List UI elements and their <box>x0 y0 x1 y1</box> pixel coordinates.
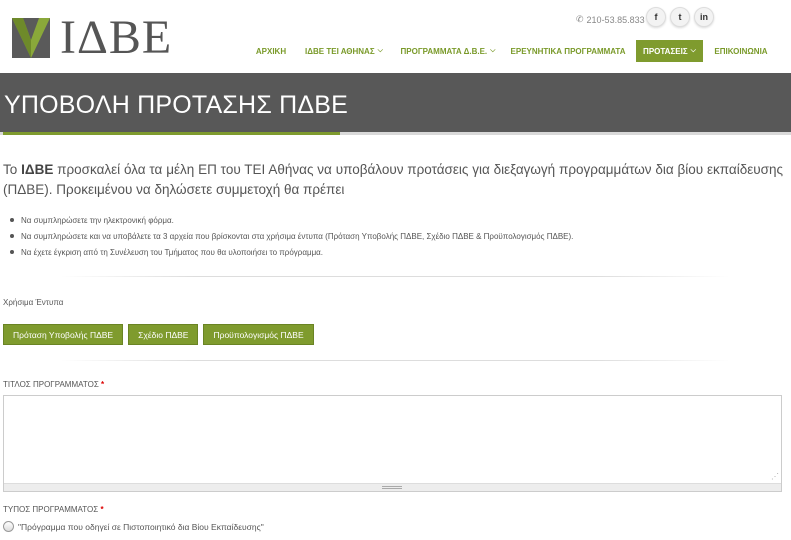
required-mark: * <box>101 380 105 389</box>
nav-item-home[interactable]: ΑΡΧΙΚΗ <box>249 40 293 62</box>
page-title: ΥΠΟΒΟΛΗ ΠΡΟΤΑΣΗΣ ΠΔΒΕ <box>4 91 349 119</box>
linkedin-icon[interactable]: in <box>694 7 714 27</box>
intro-prefix: Το <box>3 162 22 177</box>
chevron-down-icon: ⌵ <box>690 47 696 54</box>
title-accent-line <box>3 132 340 135</box>
list-item: Να έχετε έγκριση από τη Συνέλευση του Τμ… <box>10 244 573 260</box>
useful-forms-label: Χρήσιμα Έντυπα <box>3 298 64 307</box>
program-title-label: ΤΙΤΛΟΣ ΠΡΟΓΡΑΜΜΑΤΟΣ * <box>3 380 104 389</box>
nav-item-idve[interactable]: ΙΔΒΕ ΤΕΙ ΑΘΗΝΑΣ ⌵ <box>300 40 388 62</box>
nav-label: ΕΡΕΥΝΗΤΙΚΑ ΠΡΟΓΡΑΜΜΑΤΑ <box>510 46 626 56</box>
phone-text: 210-53.85.833 <box>586 14 645 25</box>
nav-label: ΙΔΒΕ ΤΕΙ ΑΘΗΝΑΣ <box>305 46 375 56</box>
nav-label: ΠΡΟΤΑΣΕΙΣ <box>643 46 688 56</box>
program-title-label-text: ΤΙΤΛΟΣ ΠΡΟΓΡΑΜΜΑΤΟΣ <box>3 380 99 389</box>
main-nav: ΑΡΧΙΚΗ ΙΔΒΕ ΤΕΙ ΑΘΗΝΑΣ ⌵ ΠΡΟΓΡΑΜΜΑΤΑ Δ.Β.… <box>0 40 791 62</box>
facebook-icon[interactable]: f <box>646 7 666 27</box>
nav-label: ΑΡΧΙΚΗ <box>255 46 287 56</box>
forms-buttons: Πρόταση Υποβολής ΠΔΒΕ Σχέδιο ΠΔΒΕ Προϋπο… <box>3 324 314 345</box>
intro-paragraph: Το ΙΔΒΕ προσκαλεί όλα τα μέλη ΕΠ του ΤΕΙ… <box>3 160 783 200</box>
nav-item-proposals[interactable]: ΠΡΟΤΑΣΕΙΣ ⌵ <box>636 40 703 62</box>
social-links: f t in <box>646 7 714 27</box>
nav-item-programs[interactable]: ΠΡΟΓΡΑΜΜΑΤΑ Δ.Β.Ε. ⌵ <box>396 40 500 62</box>
program-type-label: ΤΥΠΟΣ ΠΡΟΓΡΑΜΜΑΤΟΣ * <box>3 505 104 514</box>
proposal-form-button[interactable]: Πρόταση Υποβολής ΠΔΒΕ <box>3 324 124 345</box>
textarea-scrollbar[interactable] <box>4 483 781 491</box>
budget-form-button[interactable]: Προϋπολογισμός ΠΔΒΕ <box>203 324 314 345</box>
required-mark: * <box>100 505 104 514</box>
divider <box>60 276 730 277</box>
nav-label: ΕΠΙΚΟΙΝΩΝΙΑ <box>714 46 768 56</box>
list-item: Να συμπληρώσετε και να υποβάλετε τα 3 αρ… <box>10 228 573 244</box>
intro-text: προσκαλεί όλα τα μέλη ΕΠ του ΤΕΙ Αθήνας … <box>3 162 783 197</box>
nav-item-research[interactable]: ΕΡΕΥΝΗΤΙΚΑ ΠΡΟΓΡΑΜΜΑΤΑ <box>507 40 629 62</box>
requirements-list: Να συμπληρώσετε την ηλεκτρονική φόρμα. Ν… <box>10 212 573 260</box>
chevron-down-icon: ⌵ <box>377 47 383 54</box>
list-item: Να συμπληρώσετε την ηλεκτρονική φόρμα. <box>10 212 573 228</box>
plan-form-button[interactable]: Σχέδιο ΠΔΒΕ <box>128 324 199 345</box>
twitter-icon[interactable]: t <box>670 7 690 27</box>
program-type-label-text: ΤΥΠΟΣ ΠΡΟΓΡΑΜΜΑΤΟΣ <box>3 505 99 514</box>
phone-number: ✆ 210-53.85.833 <box>576 14 645 25</box>
program-title-textarea[interactable]: ⋰ <box>3 395 782 492</box>
intro-org: ΙΔΒΕ <box>21 162 54 177</box>
resize-grip-icon[interactable]: ⋰ <box>771 472 779 481</box>
nav-label: ΠΡΟΓΡΑΜΜΑΤΑ Δ.Β.Ε. <box>400 46 488 56</box>
nav-item-contact[interactable]: ΕΠΙΚΟΙΝΩΝΙΑ <box>710 40 772 62</box>
phone-icon: ✆ <box>576 14 584 24</box>
program-type-option[interactable]: "Πρόγραμμα που οδηγεί σε Πιστοποιητικό δ… <box>3 521 264 532</box>
chevron-down-icon: ⌵ <box>490 47 496 54</box>
page-banner: ΥΠΟΒΟΛΗ ΠΡΟΤΑΣΗΣ ΠΔΒΕ <box>0 73 791 135</box>
radio-button[interactable] <box>3 521 14 532</box>
divider <box>60 360 730 361</box>
program-type-option-label: "Πρόγραμμα που οδηγεί σε Πιστοποιητικό δ… <box>18 521 264 532</box>
drag-handle-icon[interactable] <box>382 486 402 489</box>
